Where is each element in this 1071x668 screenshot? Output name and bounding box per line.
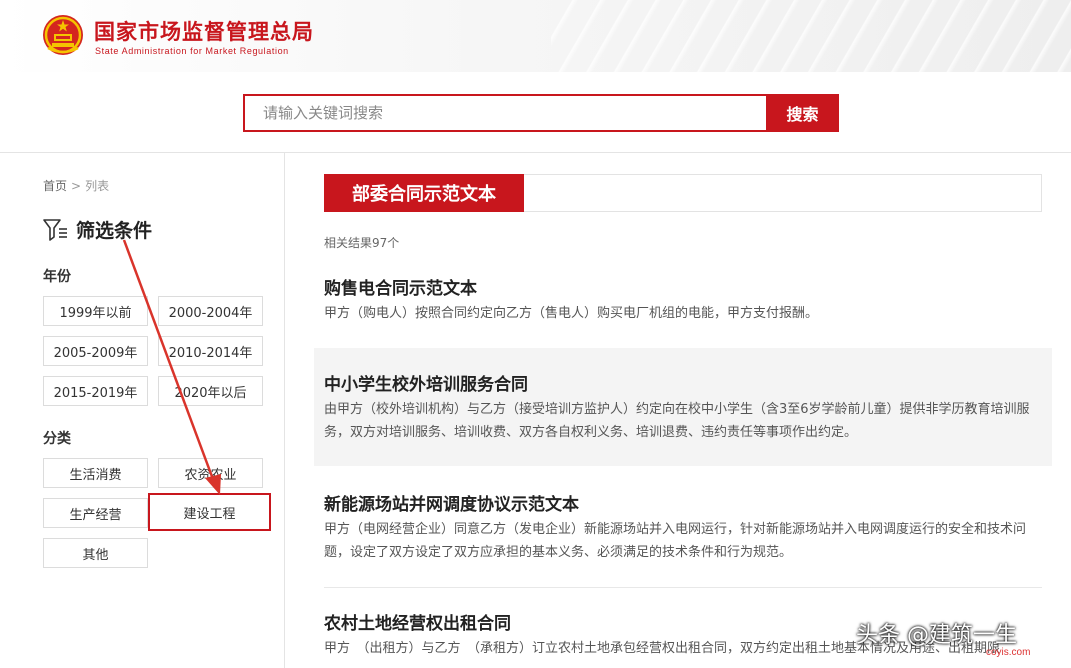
category-tag[interactable]: 其他: [43, 538, 148, 568]
header-divider: [0, 152, 1071, 153]
breadcrumb-home[interactable]: 首页: [43, 179, 67, 193]
item-title[interactable]: 购售电合同示范文本: [324, 274, 477, 299]
year-tag[interactable]: 2020年以后: [158, 376, 263, 406]
breadcrumb: 首页 > 列表: [43, 177, 109, 194]
year-tag[interactable]: 1999年以前: [43, 296, 148, 326]
category-tag-highlighted[interactable]: 建设工程: [148, 493, 271, 531]
item-description: 由甲方（校外培训机构）与乙方（接受培训方监护人）约定向在校中小学生（含3至6岁学…: [324, 402, 1030, 440]
result-count: 相关结果97个: [324, 236, 400, 250]
category-title: 部委合同示范文本: [324, 174, 524, 212]
header-decoration: [551, 0, 1071, 72]
year-tag[interactable]: 2015-2019年: [43, 376, 148, 406]
filter-header: 筛选条件: [42, 216, 152, 243]
year-section-label: 年份: [43, 269, 71, 285]
list-item[interactable]: 新能源场站并网调度协议示范文本 甲方（电网经营企业）同意乙方（发电企业）新能源场…: [314, 478, 1052, 586]
item-title[interactable]: 新能源场站并网调度协议示范文本: [324, 490, 579, 515]
watermark-small: coyis.com: [986, 647, 1031, 658]
site-title-en: State Administration for Market Regulati…: [95, 46, 289, 56]
breadcrumb-separator: >: [71, 179, 82, 193]
category-tag[interactable]: 生产经营: [43, 498, 148, 528]
national-emblem-icon[interactable]: [42, 14, 84, 56]
sidebar-divider: [284, 153, 285, 668]
item-description: 甲方（购电人）按照合同约定向乙方（售电人）购买电厂机组的电能，甲方支付报酬。: [324, 306, 819, 321]
search-button[interactable]: 搜索: [766, 94, 839, 132]
filter-icon: [43, 218, 67, 241]
site-header: 国家市场监督管理总局 State Administration for Mark…: [0, 0, 1071, 72]
category-tag[interactable]: 农资农业: [158, 458, 263, 488]
list-item[interactable]: 购售电合同示范文本 甲方（购电人）按照合同约定向乙方（售电人）购买电厂机组的电能…: [314, 262, 1052, 344]
year-tag[interactable]: 2000-2004年: [158, 296, 263, 326]
category-section-label: 分类: [43, 431, 71, 447]
watermark: 头条 @建筑一生: [856, 623, 1017, 648]
site-title-cn[interactable]: 国家市场监督管理总局: [94, 16, 314, 46]
year-tag[interactable]: 2010-2014年: [158, 336, 263, 366]
item-title[interactable]: 中小学生校外培训服务合同: [324, 370, 528, 395]
item-title[interactable]: 农村土地经营权出租合同: [324, 609, 511, 634]
item-separator: [324, 587, 1042, 588]
year-tag[interactable]: 2005-2009年: [43, 336, 148, 366]
filter-title: 筛选条件: [76, 220, 153, 242]
category-tag[interactable]: 生活消费: [43, 458, 148, 488]
item-description: 甲方（电网经营企业）同意乙方（发电企业）新能源场站并入电网运行，针对新能源场站并…: [324, 522, 1027, 560]
breadcrumb-current: 列表: [85, 179, 110, 193]
search-input[interactable]: [243, 94, 767, 132]
list-item[interactable]: 中小学生校外培训服务合同 由甲方（校外培训机构）与乙方（接受培训方监护人）约定向…: [314, 348, 1052, 466]
